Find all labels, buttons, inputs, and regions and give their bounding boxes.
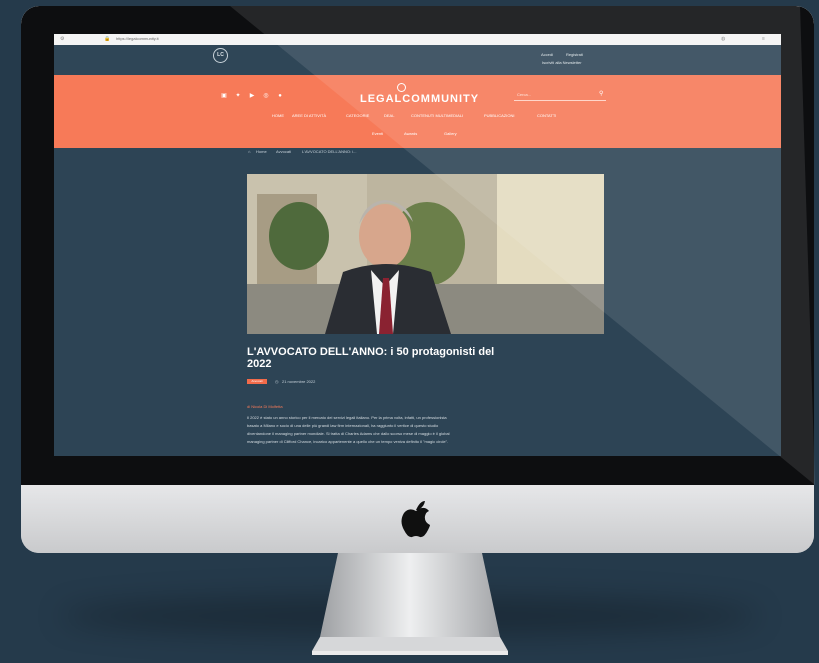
register-link[interactable]: Registrati [566, 52, 583, 57]
article-photo [247, 174, 604, 334]
instagram-icon[interactable]: ◎ [262, 92, 270, 100]
nav-aree[interactable]: AREE DI ATTIVITÀ [292, 113, 326, 118]
article-paragraph-line: managing partner di Clifford Chance, inc… [247, 439, 449, 444]
category-badge[interactable]: Avvocati [247, 379, 267, 384]
brand-emblem-icon [397, 83, 406, 92]
nav-gallery[interactable]: Gallery [444, 131, 457, 136]
webpage: ⚙ 🔒 https://legalcommunity.it ◍ ≡ LC Acc… [54, 34, 781, 456]
brand-logo[interactable]: LEGALCOMMUNITY [360, 93, 479, 105]
article-paragraph-line: Il 2022 è stato un anno storico per il m… [247, 415, 447, 420]
shield-icon[interactable]: ◍ [721, 36, 725, 42]
monitor: ⚙ 🔒 https://legalcommunity.it ◍ ≡ LC Acc… [21, 6, 814, 553]
nav-pubblicazioni[interactable]: PUBBLICAZIONI [484, 113, 514, 118]
gear-icon[interactable]: ⚙ [60, 36, 64, 42]
site-logo[interactable]: LC [213, 48, 228, 63]
newsletter-link[interactable]: Iscriviti alla Newsletter [542, 60, 582, 65]
youtube-icon[interactable]: ▶ [248, 92, 256, 100]
nav-deal[interactable]: DEAL [384, 113, 394, 118]
breadcrumb-current: L'AVVOCATO DELL'ANNO: i... [302, 149, 357, 154]
search-icon[interactable]: ⚲ [599, 90, 603, 97]
nav-contenuti[interactable]: CONTENUTI MULTIMEDIALI [411, 113, 463, 118]
apple-logo-icon [401, 501, 430, 538]
browser-toolbar [54, 34, 781, 45]
menu-icon[interactable]: ≡ [762, 36, 765, 42]
monitor-stand [312, 553, 508, 655]
nav-home[interactable]: HOME [272, 113, 284, 118]
nav-contatti[interactable]: CONTATTI [537, 113, 556, 118]
article-author[interactable]: di Nicola Di Molfetta [247, 404, 283, 409]
home-icon[interactable]: ⌂ [248, 149, 250, 154]
article-title: L'AVVOCATO DELL'ANNO: i 50 protagonisti … [247, 346, 495, 370]
nav-categorie[interactable]: CATEGORIE [346, 113, 369, 118]
twitter-icon[interactable]: ✦ [234, 92, 242, 100]
login-link[interactable]: Accedi [541, 52, 553, 57]
clock-icon: ◷ [275, 379, 279, 384]
linkedin-icon[interactable]: ▣ [220, 92, 228, 100]
article-paragraph-line: basato a Milano e socio di una delle più… [247, 423, 439, 428]
site-topbar [54, 45, 781, 75]
article-date: 21 novembre 2022 [282, 379, 316, 384]
nav-awards[interactable]: Awards [404, 131, 417, 136]
address-bar[interactable]: https://legalcommunity.it [116, 36, 159, 41]
nav-eventi[interactable]: Eventi [372, 131, 383, 136]
search-placeholder: Cerca... [517, 92, 532, 97]
breadcrumb-avvocati[interactable]: Avvocati [276, 149, 291, 154]
facebook-icon[interactable]: ● [276, 92, 284, 100]
breadcrumb-home[interactable]: Home [256, 149, 267, 154]
article-paragraph-line: diventandone il managing partner mondial… [247, 431, 450, 436]
brand-band [54, 75, 781, 148]
lock-icon: 🔒 [104, 36, 111, 42]
